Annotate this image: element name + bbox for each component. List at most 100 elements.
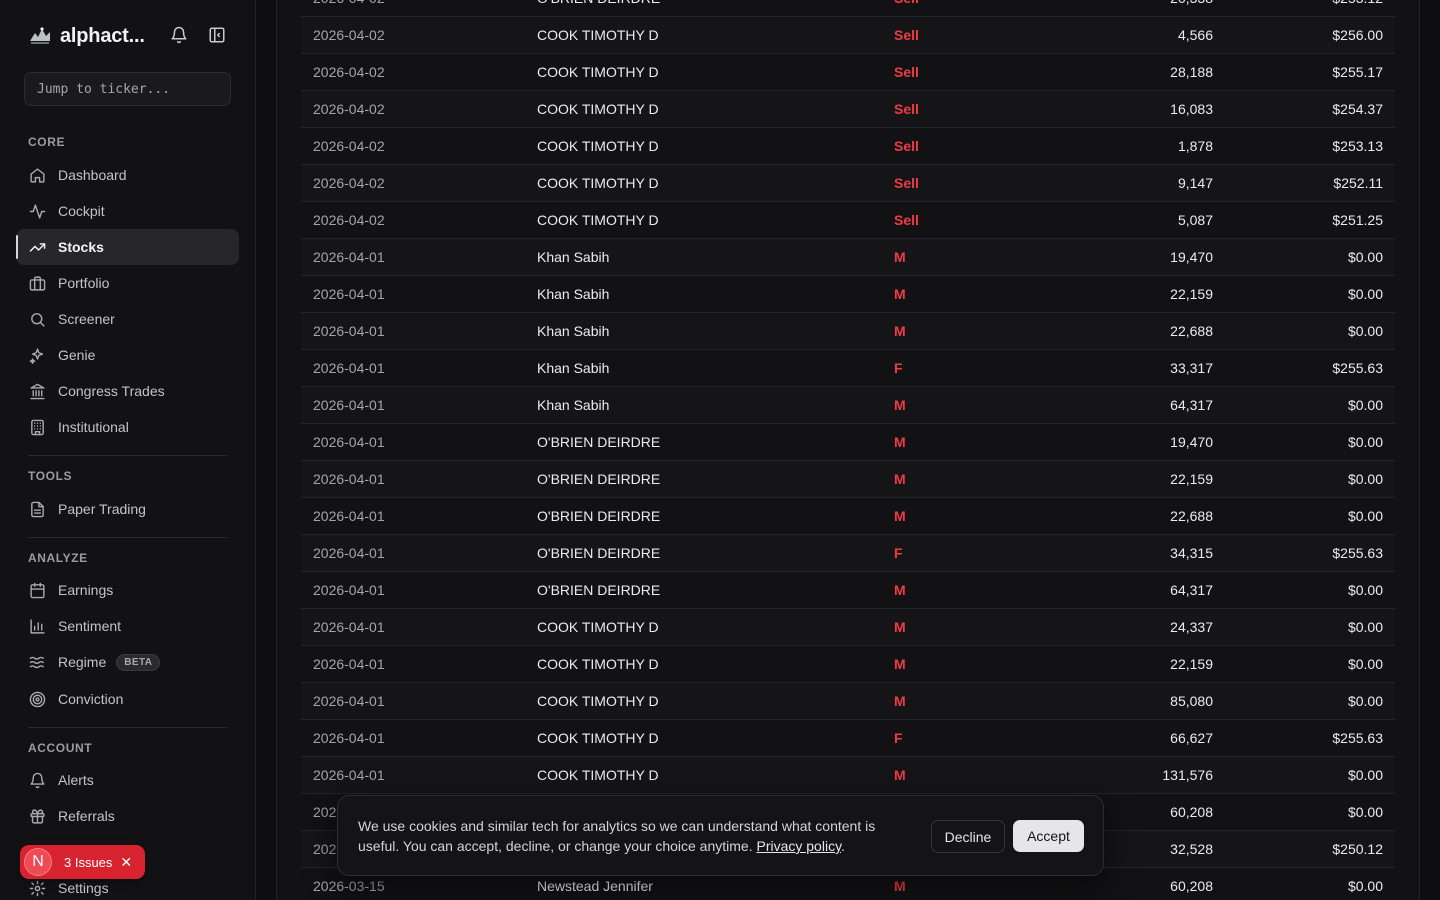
sidebar-item-paper-trading[interactable]: Paper Trading — [16, 491, 239, 527]
table-row[interactable]: 2026-04-02 COOK TIMOTHY D Sell 9,147 $252.11 — [301, 165, 1395, 202]
ticker-search-input[interactable] — [24, 72, 231, 106]
insider-name-cell: COOK TIMOTHY D — [537, 693, 659, 709]
briefcase-icon — [29, 275, 46, 292]
table-row[interactable]: 2026-04-02 COOK TIMOTHY D Sell 4,566 $256.00 — [301, 17, 1395, 54]
trending-up-icon — [29, 239, 46, 256]
sidebar-item-alerts[interactable]: Alerts — [16, 762, 239, 798]
sidebar-item-label: Institutional — [58, 419, 129, 435]
price-cell: $256.00 — [1332, 27, 1383, 43]
insider-name-cell: O'BRIEN DEIRDRE — [537, 471, 661, 487]
trade-date-cell: 2026-04-01 — [313, 656, 385, 672]
shares-cell: 4,566 — [1177, 27, 1213, 43]
table-row[interactable]: 2026-04-01 Khan Sabih M 22,159 $0.00 — [301, 276, 1395, 313]
insider-name-cell: COOK TIMOTHY D — [537, 27, 659, 43]
sidebar-item-congress-trades[interactable]: Congress Trades — [16, 373, 239, 409]
sidebar-item-earnings[interactable]: Earnings — [16, 572, 239, 608]
trade-date-cell: 2026-04-02 — [313, 0, 385, 16]
price-cell: $0.00 — [1347, 878, 1383, 894]
sidebar-item-dashboard[interactable]: Dashboard — [16, 157, 239, 193]
table-row[interactable]: 2026-04-01 COOK TIMOTHY D F 66,627 $255.63 — [301, 720, 1395, 757]
sidebar-item-label: Congress Trades — [58, 383, 165, 399]
table-row[interactable]: 2026-04-02 COOK TIMOTHY D Sell 1,878 $253.13 — [301, 128, 1395, 165]
sidebar-item-referrals[interactable]: Referrals — [16, 798, 239, 834]
trade-date-cell: 2026-04-01 — [313, 767, 385, 783]
insider-name-cell: Khan Sabih — [537, 286, 610, 302]
bar-chart-icon — [29, 618, 46, 635]
transaction-type-cell: M — [894, 767, 906, 783]
table-row[interactable]: 2026-04-01 COOK TIMOTHY D M 85,080 $0.00 — [301, 683, 1395, 720]
table-row[interactable]: 2026-04-02 O'BRIEN DEIRDRE Sell 20,338 $253.… — [301, 0, 1395, 17]
shares-cell: 19,470 — [1170, 249, 1213, 265]
trade-date-cell: 2026-04-02 — [313, 64, 385, 80]
table-row[interactable]: 2026-04-01 O'BRIEN DEIRDRE M 22,688 $0.00 — [301, 498, 1395, 535]
table-row[interactable]: 2026-04-01 O'BRIEN DEIRDRE F 34,315 $255.63 — [301, 535, 1395, 572]
trade-date-cell: 2026-04-02 — [313, 138, 385, 154]
transaction-type-cell: Sell — [894, 0, 919, 16]
brand[interactable]: alphact... — [28, 24, 145, 48]
sidebar-item-stocks[interactable]: Stocks — [16, 229, 239, 265]
sidebar-item-sentiment[interactable]: Sentiment — [16, 608, 239, 644]
shares-cell: 20,338 — [1170, 0, 1213, 16]
table-row[interactable]: 2026-04-01 Khan Sabih M 64,317 $0.00 — [301, 387, 1395, 424]
trade-date-cell: 2026-04-01 — [313, 434, 385, 450]
sidebar-item-genie[interactable]: Genie — [16, 337, 239, 373]
sidebar-item-screener[interactable]: Screener — [16, 301, 239, 337]
insider-name-cell: COOK TIMOTHY D — [537, 619, 659, 635]
sidebar-toggle-icon[interactable] — [208, 26, 226, 44]
table-row[interactable]: 2026-04-01 O'BRIEN DEIRDRE M 22,159 $0.00 — [301, 461, 1395, 498]
home-icon — [29, 167, 46, 184]
trade-date-cell: 2026-04-01 — [313, 286, 385, 302]
table-row[interactable]: 2026-04-02 COOK TIMOTHY D Sell 28,188 $255.1… — [301, 54, 1395, 91]
shares-cell: 60,208 — [1170, 804, 1213, 820]
table-row[interactable]: 2026-04-02 COOK TIMOTHY D Sell 16,083 $254.3… — [301, 91, 1395, 128]
decline-button[interactable]: Decline — [931, 820, 1005, 853]
close-icon[interactable]: ✕ — [120, 854, 132, 871]
price-cell: $252.11 — [1333, 175, 1383, 191]
table-row[interactable]: 2026-04-01 Khan Sabih F 33,317 $255.63 — [301, 350, 1395, 387]
price-cell: $0.00 — [1347, 656, 1383, 672]
sidebar-item-regime[interactable]: Regime BETA — [16, 644, 239, 680]
trade-date-cell: 2026-04-01 — [313, 545, 385, 561]
transaction-type-cell: M — [894, 249, 906, 265]
calendar-icon — [29, 582, 46, 599]
privacy-policy-link[interactable]: Privacy policy — [756, 838, 841, 854]
trade-date-cell: 2026-04-01 — [313, 249, 385, 265]
table-row[interactable]: 2026-04-02 COOK TIMOTHY D Sell 5,087 $251.25 — [301, 202, 1395, 239]
price-cell: $0.00 — [1347, 249, 1383, 265]
sidebar-item-portfolio[interactable]: Portfolio — [16, 265, 239, 301]
transaction-type-cell: F — [894, 730, 903, 746]
table-row[interactable]: 2026-04-01 COOK TIMOTHY D M 24,337 $0.00 — [301, 609, 1395, 646]
bell-icon[interactable] — [170, 26, 188, 44]
insider-name-cell: O'BRIEN DEIRDRE — [537, 434, 661, 450]
section-tools: TOOLS — [28, 469, 73, 483]
price-cell: $0.00 — [1347, 693, 1383, 709]
insider-name-cell: O'BRIEN DEIRDRE — [537, 582, 661, 598]
sidebar-item-cockpit[interactable]: Cockpit — [16, 193, 239, 229]
accept-button[interactable]: Accept — [1013, 820, 1084, 852]
sidebar-item-institutional[interactable]: Institutional — [16, 409, 239, 445]
trade-date-cell: 2026-04-01 — [313, 693, 385, 709]
trade-date-cell: 2026-04-01 — [313, 397, 385, 413]
table-row[interactable]: 2026-04-01 Khan Sabih M 22,688 $0.00 — [301, 313, 1395, 350]
table-row[interactable]: 2026-04-01 COOK TIMOTHY D M 131,576 $0.00 — [301, 757, 1395, 794]
table-row[interactable]: 2026-04-01 O'BRIEN DEIRDRE M 64,317 $0.00 — [301, 572, 1395, 609]
sidebar-item-label: Settings — [58, 880, 109, 896]
file-icon — [29, 501, 46, 518]
sidebar-item-label: Dashboard — [58, 167, 127, 183]
transaction-type-cell: M — [894, 693, 906, 709]
table-row[interactable]: 2026-04-01 COOK TIMOTHY D M 22,159 $0.00 — [301, 646, 1395, 683]
sidebar-item-conviction[interactable]: Conviction — [16, 681, 239, 717]
transaction-type-cell: Sell — [894, 101, 919, 117]
insider-name-cell: COOK TIMOTHY D — [537, 64, 659, 80]
beta-badge: BETA — [116, 653, 161, 671]
trade-date-cell: 2026-04-02 — [313, 101, 385, 117]
trade-date-cell: 2026-04-02 — [313, 212, 385, 228]
issues-badge[interactable]: N 3 Issues ✕ — [20, 845, 145, 879]
shares-cell: 9,147 — [1177, 175, 1213, 191]
shares-cell: 32,528 — [1170, 841, 1213, 857]
insider-name-cell: COOK TIMOTHY D — [537, 101, 659, 117]
insider-name-cell: Khan Sabih — [537, 323, 610, 339]
table-row[interactable]: 2026-04-01 O'BRIEN DEIRDRE M 19,470 $0.00 — [301, 424, 1395, 461]
trade-date-cell: 2026-04-01 — [313, 582, 385, 598]
table-row[interactable]: 2026-04-01 Khan Sabih M 19,470 $0.00 — [301, 239, 1395, 276]
